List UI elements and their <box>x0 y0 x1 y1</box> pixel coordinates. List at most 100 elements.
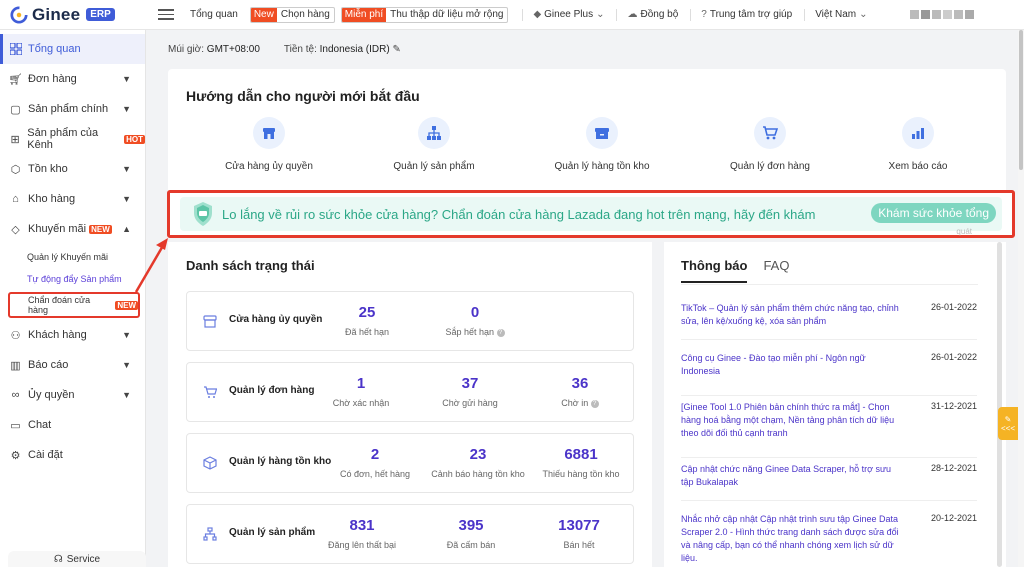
status-value-upload-failed[interactable]: 831 Đăng lên thất bại <box>312 517 412 550</box>
status-value-ordered-out-of-stock[interactable]: 2 Có đơn, hết hàng <box>325 446 425 479</box>
sidebar-item-chat[interactable]: ▭ Chat <box>0 410 145 440</box>
store-icon <box>263 128 275 139</box>
guide-item-authorize-store[interactable]: Cửa hàng ủy quyền <box>194 117 344 172</box>
currency-info: Tiền tệ: Indonesia (IDR) ✎ <box>284 44 401 55</box>
status-value-low-stock[interactable]: 6881 Thiếu hàng tồn kho <box>531 446 631 479</box>
status-value-pending-ship[interactable]: 37 Chờ gửi hàng <box>420 375 520 408</box>
chevron-down-icon: ▼ <box>122 104 131 114</box>
status-value-pending-confirm[interactable]: 1 Chờ xác nhận <box>311 375 411 408</box>
store-diagnosis-banner[interactable]: Lo lắng về rủi ro sức khỏe cửa hàng? Chẩ… <box>167 190 1015 238</box>
tab-faq[interactable]: FAQ <box>763 258 789 283</box>
sidebar-item-overview[interactable]: Tổng quan <box>0 34 145 64</box>
service-button[interactable]: ☊ Service <box>8 551 146 567</box>
divider <box>681 284 978 285</box>
pick-products-pill[interactable]: New Chọn hàng <box>249 6 335 23</box>
news-tabs: Thông báo FAQ <box>681 258 789 283</box>
sidebar-item-label: Sản phẩm của Kênh <box>27 127 99 151</box>
guide-item-inventory-management[interactable]: Quản lý hàng tồn kho <box>527 117 677 172</box>
chevron-down-icon: ▼ <box>122 74 131 84</box>
sidebar-subitem-store-diagnosis[interactable]: Chẩn đoán cửa hàng NEW <box>8 292 140 318</box>
page-scrollbar[interactable] <box>1018 30 1024 567</box>
floating-tool-tab[interactable]: ✎ <<< <box>998 407 1018 440</box>
status-label-wrap: Chờ in ? <box>530 398 630 408</box>
news-item[interactable]: Cập nhật chức năng Ginee Data Scraper, h… <box>681 463 977 501</box>
info-bar: Múi giờ: GMT+08:00 Tiền tệ: Indonesia (I… <box>168 44 401 55</box>
status-number: 395 <box>458 517 484 534</box>
help-icon[interactable]: ? <box>496 328 505 337</box>
help-icon[interactable]: ? <box>590 399 599 408</box>
news-item[interactable]: [Ginee Tool 1.0 Phiên bản chính thức ra … <box>681 401 977 458</box>
banner-text: Lo lắng về rủi ro sức khỏe cửa hàng? Chẩ… <box>222 206 816 222</box>
language-label: Việt Nam <box>815 9 857 20</box>
sidebar-item-label: Khách hàng <box>28 329 87 341</box>
health-check-button[interactable]: Khám sức khỏe tổng <box>871 203 996 223</box>
sidebar-item-orders[interactable]: 🛒︎ Đơn hàng ▼ <box>0 64 145 94</box>
sidebar-item-settings[interactable]: ⚙ Cài đặt <box>0 440 145 470</box>
news-title: Công cụ Ginee - Đào tạo miễn phí - Ngôn … <box>681 353 866 376</box>
chevron-down-icon: ▼ <box>122 194 131 204</box>
status-label: Đăng lên thất bại <box>327 540 397 550</box>
status-label: Chờ gửi hàng <box>442 398 498 408</box>
edit-icon[interactable]: ✎ <box>392 44 400 55</box>
help-label: Trung tâm trợ giúp <box>709 9 793 20</box>
user-avatar[interactable] <box>909 10 974 19</box>
users-icon: ⚇ <box>10 329 21 342</box>
grid-icon <box>9 43 22 56</box>
timezone-info: Múi giờ: GMT+08:00 <box>168 44 260 55</box>
top-link-overview[interactable]: Tổng quan <box>190 9 238 20</box>
sidebar-item-inventory[interactable]: ⬡ Tồn kho ▼ <box>0 154 145 184</box>
language-select[interactable]: Việt Nam ⌄ <box>815 9 867 20</box>
data-scraper-pill[interactable]: Miễn phí Thu thập dữ liệu mở rộng <box>340 6 509 23</box>
logo-text: Ginee <box>32 4 81 24</box>
sidebar-subitem-promotion-management[interactable]: Quản lý Khuyến mãi <box>0 246 145 268</box>
pin-icon: ✎ <box>1004 414 1012 424</box>
status-number: 831 <box>349 517 375 534</box>
free-tag: Miễn phí <box>341 7 387 22</box>
status-value-stock-warning[interactable]: 23 Cảnh báo hàng tồn kho <box>428 446 528 479</box>
status-card-name: Quản lý đơn hàng <box>229 385 315 396</box>
sidebar-item-customers[interactable]: ⚇ Khách hàng ▼ <box>0 320 145 350</box>
news-item[interactable]: TikTok – Quản lý sản phẩm thêm chức năng… <box>681 302 977 340</box>
menu-toggle-icon[interactable] <box>158 6 174 23</box>
sidebar-item-reports[interactable]: ▥ Báo cáo ▼ <box>0 350 145 380</box>
news-item[interactable]: Công cụ Ginee - Đào tạo miễn phí - Ngôn … <box>681 352 977 396</box>
sidebar-item-label: Sản phẩm chính <box>28 103 109 115</box>
help-center-link[interactable]: ? Trung tâm trợ giúp <box>701 9 792 20</box>
sidebar-item-promotions[interactable]: ◇ Khuyến mãi NEW ▲ <box>0 214 145 244</box>
guide-item-product-management[interactable]: Quản lý sản phẩm <box>359 117 509 172</box>
status-label: Cảnh báo hàng tồn kho <box>431 469 525 479</box>
annotation-arrow-icon <box>134 238 168 293</box>
sync-button[interactable]: ☁ Đồng bộ <box>627 9 678 20</box>
status-value-pending-print[interactable]: 36 Chờ in ? <box>530 375 630 408</box>
cart-icon <box>763 126 778 140</box>
logo[interactable]: Ginee ERP <box>0 5 146 25</box>
status-value-expiring[interactable]: 0 Sắp hết hạn ? <box>425 304 525 337</box>
sidebar-item-warehouse[interactable]: ⌂ Kho hàng ▼ <box>0 184 145 214</box>
status-value-banned[interactable]: 395 Đã cấm bán <box>421 517 521 550</box>
guide-item-reports[interactable]: Xem báo cáo <box>843 117 993 172</box>
status-number: 36 <box>571 375 589 392</box>
news-scrollbar[interactable] <box>997 242 1002 567</box>
ginee-plus-menu[interactable]: ◆ Ginee Plus ⌄ <box>533 9 604 20</box>
guide-item-order-management[interactable]: Quản lý đơn hàng <box>695 117 845 172</box>
status-label: Bán hết <box>563 540 595 550</box>
status-card-name: Quản lý sản phẩm <box>229 527 316 538</box>
sidebar-item-authorization[interactable]: ∞ Ủy quyền ▼ <box>0 380 145 410</box>
news-title: Cập nhật chức năng Ginee Data Scraper, h… <box>681 464 892 487</box>
cart-icon <box>204 386 217 398</box>
status-number: 37 <box>461 375 479 392</box>
sidebar-subitem-auto-bump[interactable]: Tự động đẩy Sản phẩm <box>0 268 145 290</box>
announcements-panel: Thông báo FAQ TikTok – Quản lý sản phẩm … <box>664 242 1006 567</box>
erp-badge: ERP <box>86 8 115 21</box>
guide-title: Hướng dẫn cho người mới bắt đầu <box>186 88 420 104</box>
sidebar-item-channel-products[interactable]: ⊞ Sản phẩm của Kênh HOT <box>0 124 145 154</box>
cart-icon: 🛒︎ <box>8 73 23 86</box>
tab-announcements[interactable]: Thông báo <box>681 258 748 283</box>
sidebar-item-master-products[interactable]: ▢ Sản phẩm chính ▼ <box>0 94 145 124</box>
guide-item-label: Xem báo cáo <box>888 161 948 172</box>
bag-icon: ▢ <box>10 103 21 116</box>
news-item[interactable]: Nhắc nhở cập nhật Cập nhật trình sưu tập… <box>681 513 977 567</box>
status-value-expired[interactable]: 25 Đã hết hạn <box>317 304 417 337</box>
status-card-authorized-stores: Cửa hàng ủy quyền 25 Đã hết hạn 0 Sắp hết … <box>186 291 634 351</box>
status-value-sold-out[interactable]: 13077 Bán hết <box>529 517 629 550</box>
